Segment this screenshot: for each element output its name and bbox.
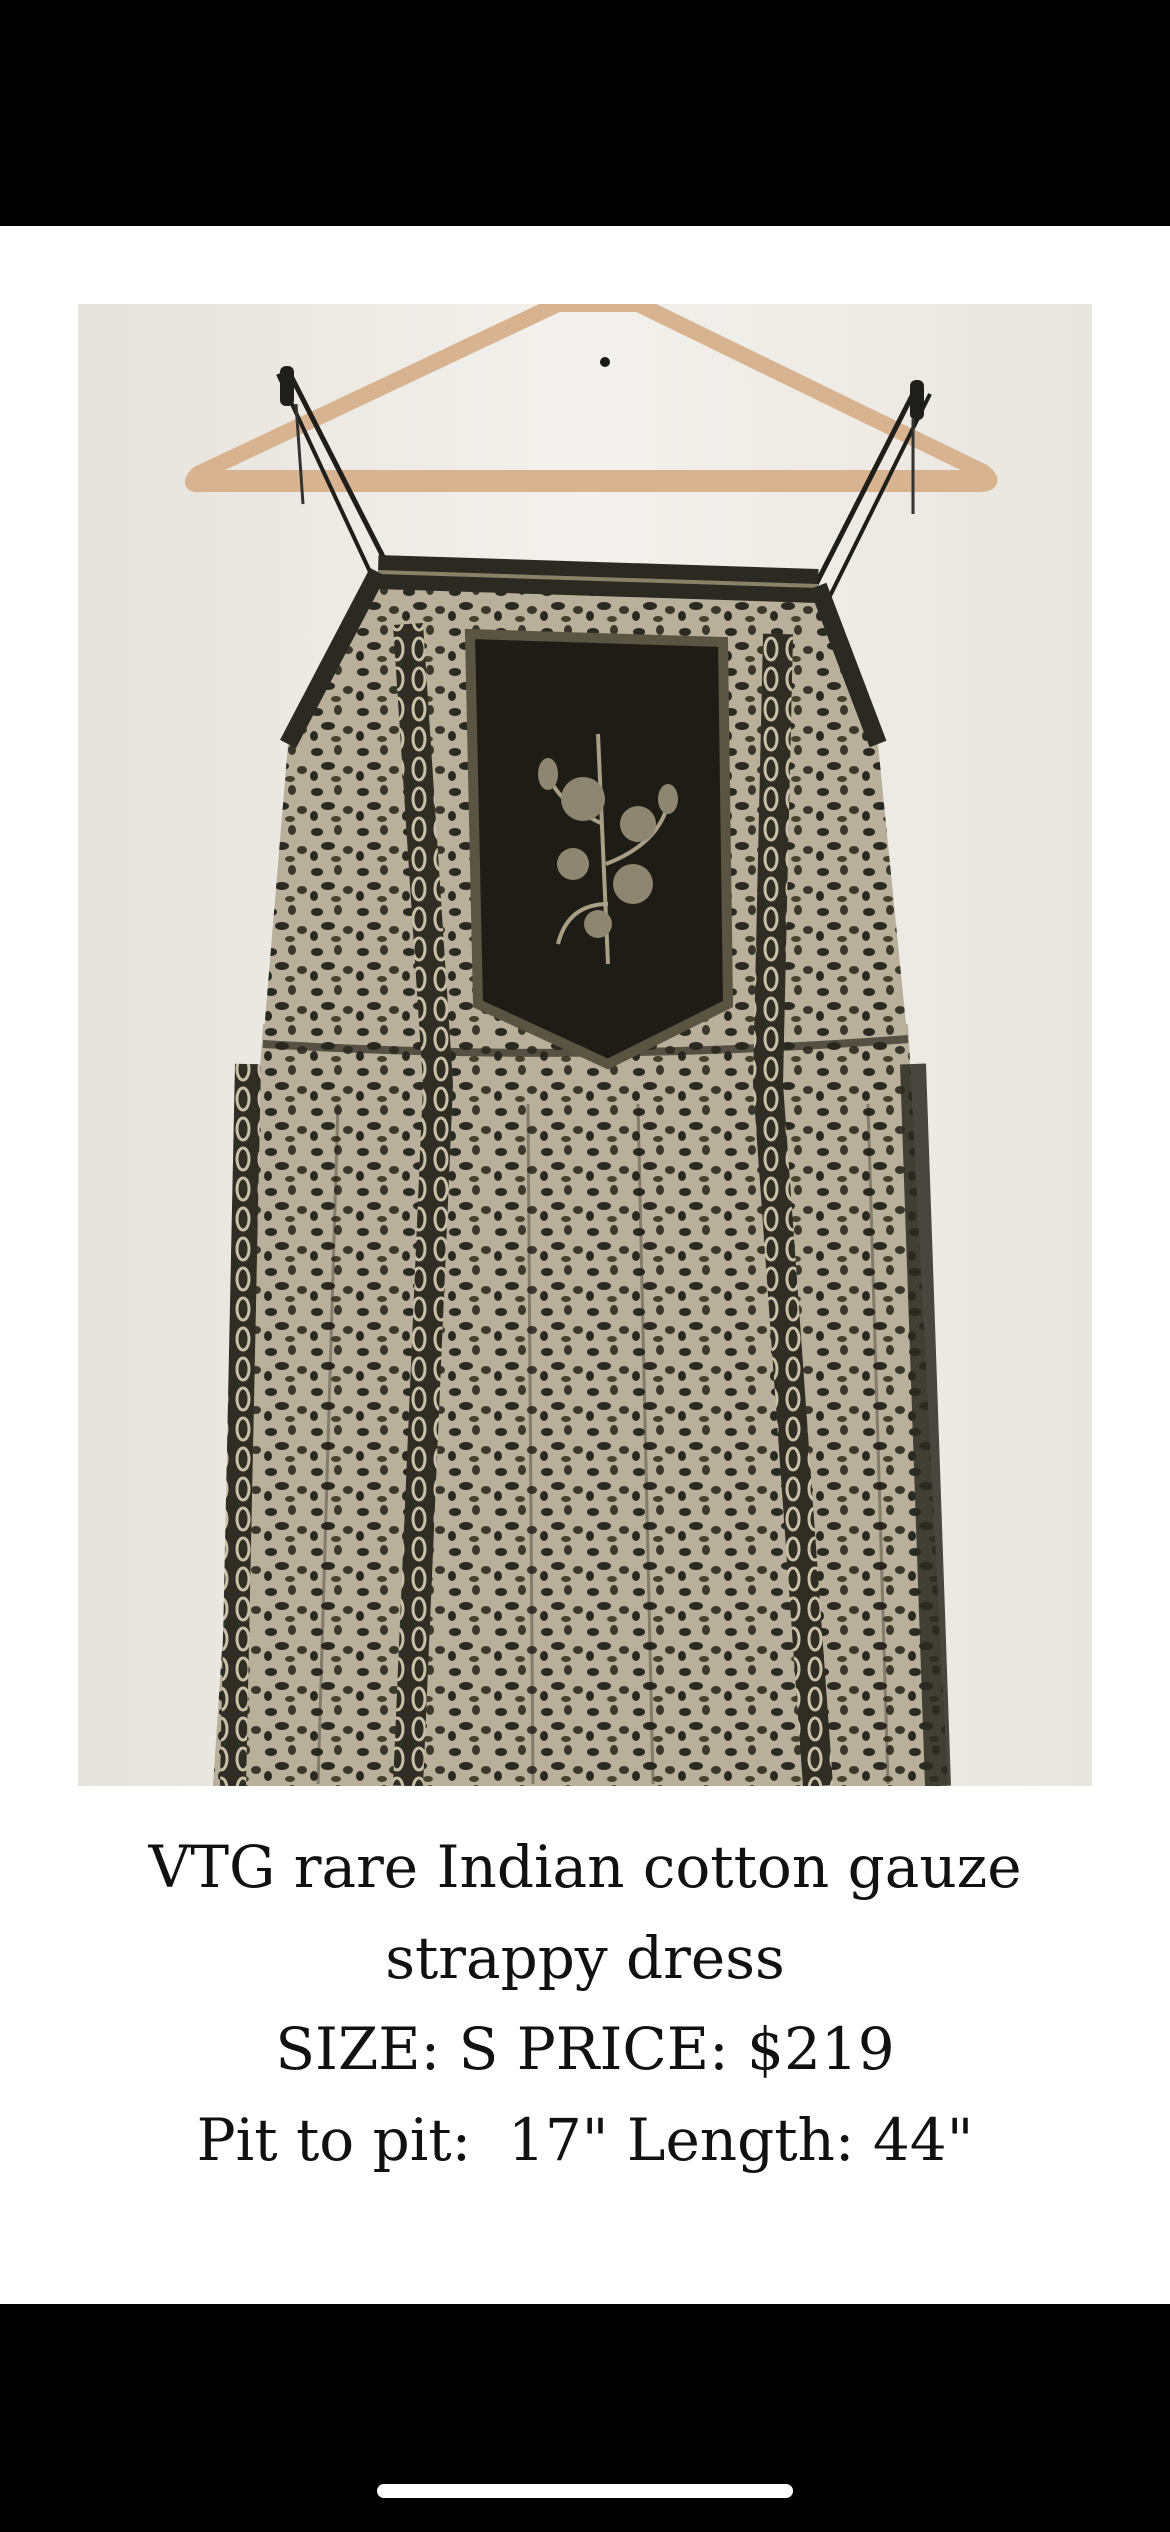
listing-title-line-1: VTG rare Indian cotton gauze <box>148 1833 1022 1901</box>
home-indicator-bar[interactable] <box>377 2484 793 2498</box>
listing-content: VTG rare Indian cotton gauze strappy dre… <box>0 226 1170 2304</box>
measurements-text: Pit to pit: 17" Length: 44" <box>196 2106 974 2174</box>
size-price-text: SIZE: S PRICE: $219 <box>275 2015 895 2083</box>
top-black-bar <box>0 0 1170 226</box>
listing-caption: VTG rare Indian cotton gauze strappy dre… <box>0 1822 1170 2186</box>
listing-title-line-2: strappy dress <box>385 1924 785 1992</box>
dress-illustration <box>78 304 1092 1786</box>
dress-photo[interactable] <box>78 304 1092 1786</box>
